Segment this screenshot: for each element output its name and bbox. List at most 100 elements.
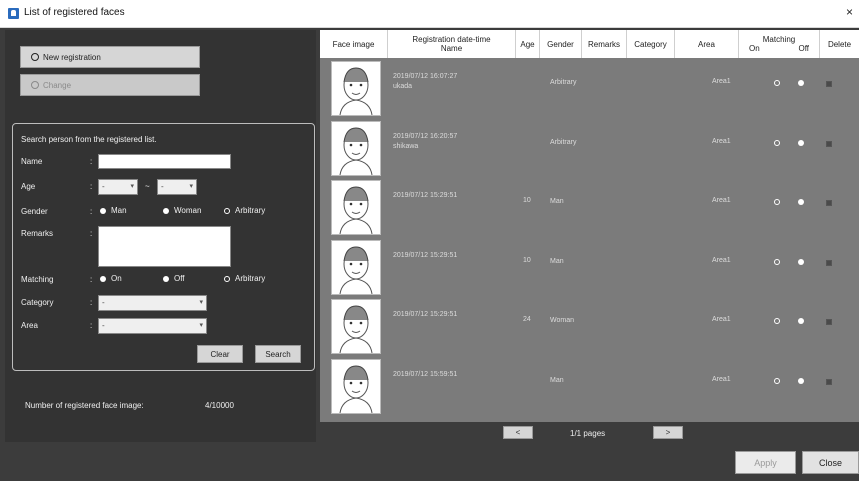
col-matching-sub: On Off — [749, 44, 809, 53]
new-registration-button[interactable]: New registration — [20, 46, 200, 68]
matching-on-radio[interactable] — [774, 139, 780, 146]
prev-page-button[interactable]: < — [503, 426, 533, 439]
face-icon — [31, 81, 39, 89]
matching-arbitrary-radio[interactable]: Arbitrary — [224, 274, 265, 283]
matching-off-radio[interactable] — [798, 377, 804, 384]
clear-button[interactable]: Clear — [197, 345, 243, 363]
matching-on-radio[interactable] — [774, 80, 780, 86]
page-indicator: 1/1 pages — [570, 429, 606, 438]
col-matching-on: On — [749, 44, 760, 53]
registration-datetime: 2019/07/12 15:29:51 — [393, 192, 458, 199]
colon: : — [90, 321, 93, 330]
table-row[interactable]: 2019/07/12 16:20:57 shikawa Arbitrary Area1 — [320, 119, 859, 178]
radio-icon — [100, 207, 106, 214]
change-label: Change — [43, 80, 72, 90]
delete-checkbox[interactable] — [826, 81, 832, 87]
name-input[interactable] — [98, 154, 231, 169]
delete-checkbox[interactable] — [826, 319, 832, 325]
search-button[interactable]: Search — [255, 345, 301, 363]
area-select[interactable]: - ▾ — [98, 318, 207, 334]
person-gender: Man — [550, 198, 564, 205]
radio-icon — [224, 275, 230, 282]
colon: : — [90, 182, 93, 191]
registration-datetime: 2019/07/12 16:07:27 — [393, 73, 458, 80]
matching-on-radio[interactable] — [774, 377, 780, 384]
remarks-label: Remarks — [21, 229, 54, 238]
col-registration: Registration date-time Name — [387, 30, 515, 58]
colon: : — [90, 298, 93, 307]
delete-checkbox[interactable] — [826, 200, 832, 206]
matching-on-radio[interactable] — [774, 199, 780, 205]
matching-off-radio[interactable] — [798, 258, 804, 265]
apply-button[interactable]: Apply — [735, 451, 796, 474]
matching-label: Matching — [21, 275, 54, 284]
gender-arbitrary-radio[interactable]: Arbitrary — [224, 206, 265, 215]
matching-off-radio[interactable] — [798, 318, 804, 324]
col-age: Age — [515, 30, 539, 58]
person-age: 24 — [523, 316, 531, 323]
table-header: Face image Registration date-time Name A… — [320, 30, 859, 58]
col-matching: Matching On Off — [738, 30, 819, 58]
matching-on-radio[interactable] — [774, 318, 780, 324]
name-label: Name — [21, 157, 43, 166]
person-age: 10 — [523, 256, 531, 264]
face-icon — [31, 53, 39, 61]
registration-datetime: 2019/07/12 16:20:57 — [393, 132, 458, 140]
gender-man-radio[interactable]: Man — [100, 206, 127, 215]
category-select[interactable]: - ▾ — [98, 295, 207, 311]
matching-on-radio[interactable]: On — [100, 274, 122, 283]
pager: < 1/1 pages > — [320, 422, 859, 442]
matching-off-radio[interactable]: Off — [163, 274, 185, 283]
registration-datetime: 2019/07/12 15:29:51 — [393, 251, 458, 259]
matching-on-radio[interactable] — [774, 258, 780, 265]
gender-woman-radio[interactable]: Woman — [163, 206, 201, 215]
search-title: Search person from the registered list. — [21, 135, 157, 144]
registered-count-label: Number of registered face image: — [25, 401, 144, 410]
colon: : — [90, 207, 93, 216]
title-bar: List of registered faces × — [0, 0, 859, 28]
chevron-down-icon: ▾ — [199, 299, 203, 306]
person-gender: Man — [550, 376, 564, 384]
matching-off-radio[interactable] — [798, 139, 804, 146]
table-row[interactable]: 2019/07/12 15:59:51 Man Area1 — [320, 357, 859, 416]
matching-off-radio[interactable] — [798, 199, 804, 205]
person-gender: Arbitrary — [550, 138, 577, 146]
table-row[interactable]: 2019/07/12 15:29:51 24 Woman Area1 — [320, 297, 859, 356]
table-row[interactable]: 2019/07/12 15:29:51 10 Man Area1 — [320, 178, 859, 237]
delete-checkbox[interactable] — [826, 140, 832, 147]
table-row[interactable]: 2019/07/12 15:29:51 10 Man Area1 — [320, 238, 859, 297]
colon: : — [90, 275, 93, 284]
registration-datetime: 2019/07/12 15:59:51 — [393, 370, 458, 378]
dialog-footer: Apply Close — [0, 442, 859, 481]
category-label: Category — [21, 298, 54, 307]
face-image — [331, 358, 381, 414]
face-image — [331, 180, 381, 235]
col-name: Name — [440, 44, 463, 53]
col-gender: Gender — [539, 30, 581, 58]
age-to-select[interactable]: - ▾ — [157, 179, 197, 195]
remarks-textarea[interactable] — [98, 226, 231, 267]
age-from-select[interactable]: - ▾ — [98, 179, 138, 195]
close-button[interactable]: Close — [802, 451, 859, 474]
delete-checkbox[interactable] — [826, 378, 832, 385]
col-area: Area — [674, 30, 738, 58]
face-image — [331, 239, 381, 295]
change-button[interactable]: Change — [20, 74, 200, 96]
matching-off-radio[interactable] — [798, 80, 804, 86]
next-page-button[interactable]: > — [653, 426, 683, 439]
face-table: Face image Registration date-time Name A… — [320, 30, 859, 422]
table-row[interactable]: 2019/07/12 16:07:27 ukada Arbitrary Area1 — [320, 59, 859, 118]
col-matching-label: Matching — [762, 35, 796, 44]
face-image — [331, 299, 381, 354]
person-area: Area1 — [712, 316, 731, 323]
person-name: ukada — [393, 83, 413, 90]
person-gender: Man — [550, 257, 564, 265]
matching-arbitrary-label: Arbitrary — [235, 274, 266, 283]
category-value: - — [102, 298, 105, 307]
col-delete: Delete — [819, 30, 859, 58]
close-icon[interactable]: × — [846, 5, 853, 19]
col-face-image: Face image — [332, 39, 375, 49]
delete-checkbox[interactable] — [826, 259, 832, 266]
colon: : — [90, 229, 93, 238]
age-range-dash: ~ — [145, 182, 150, 191]
